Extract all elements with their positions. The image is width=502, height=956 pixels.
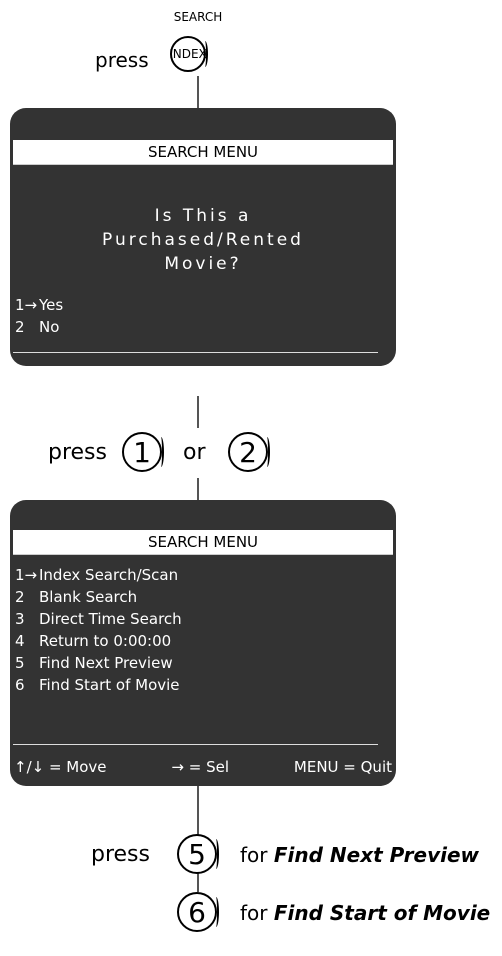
for-find-start-of-movie: for Find Start of Movie (240, 901, 490, 925)
item-label: Find Start of Movie (39, 676, 180, 694)
index-button[interactable]: INDEX (169, 36, 208, 72)
option-number: 2 (15, 318, 25, 336)
item-label: Find Next Preview (39, 654, 173, 672)
press-label-bottom: press (91, 842, 150, 867)
press-label-mid: press (48, 440, 107, 465)
item-label: Return to 0:00:00 (39, 632, 172, 650)
quit-hint: MENU = Quit (293, 370, 392, 388)
menu-item-1[interactable]: 1→ Index Search/Scan (15, 566, 178, 584)
option-label: No (39, 318, 60, 336)
or-label: or (183, 440, 206, 465)
option-yes[interactable]: 1→ Yes (15, 296, 63, 314)
move-hint: ↑/↓ = Move (14, 758, 107, 776)
selection-arrow-icon: → (24, 296, 38, 314)
option-label: Yes (39, 296, 64, 314)
item-label: Index Search/Scan (39, 566, 179, 584)
search-menu-screen-options: SEARCH MENU 1→ Index Search/Scan 2 Blank… (10, 500, 396, 786)
for-word: for (240, 843, 268, 867)
item-number: 5 (15, 654, 25, 672)
quit-hint: MENU = Quit (293, 758, 392, 776)
question-line-1: Is This a (154, 206, 252, 226)
button-2-label: 2 (239, 435, 257, 469)
question-line-3: Movie? (164, 254, 242, 274)
for-target: Find Next Preview (273, 843, 480, 867)
button-6[interactable]: 6 (177, 892, 219, 932)
for-find-next-preview: for Find Next Preview (240, 843, 479, 867)
menu-item-5[interactable]: 5 Find Next Preview (15, 654, 173, 672)
select-hint: → = Sel (171, 758, 230, 776)
option-number: 1 (15, 296, 25, 314)
selection-arrow-icon: → (24, 566, 38, 584)
menu-item-3[interactable]: 3 Direct Time Search (15, 610, 182, 628)
item-number: 1 (15, 566, 25, 584)
connector-line (197, 76, 199, 110)
screen-footer: ↑/↓ = Move → = Sel MENU = Quit (14, 758, 392, 776)
item-number: 3 (15, 610, 25, 628)
menu-item-4[interactable]: 4 Return to 0:00:00 (15, 632, 171, 650)
footer-divider (13, 352, 378, 353)
button-5-label: 5 (188, 837, 206, 871)
select-hint: → = Sel (171, 370, 230, 388)
screen-title: SEARCH MENU (13, 140, 393, 165)
button-1-label: 1 (133, 435, 151, 469)
item-number: 4 (15, 632, 25, 650)
screen-title: SEARCH MENU (13, 530, 393, 555)
item-label: Direct Time Search (39, 610, 182, 628)
for-word: for (240, 901, 268, 925)
search-button-caption: SEARCH (173, 10, 223, 24)
footer-divider (13, 744, 378, 745)
button-5[interactable]: 5 (177, 834, 219, 874)
button-2[interactable]: 2 (228, 432, 270, 472)
connector-line (197, 396, 199, 428)
menu-item-6[interactable]: 6 Find Start of Movie (15, 676, 180, 694)
for-target: Find Start of Movie (273, 901, 491, 925)
search-menu-screen-purchased: SEARCH MENU Is This a Purchased/Rented M… (10, 108, 396, 388)
move-hint: ↑/↓ = Move (14, 370, 107, 388)
index-button-label: INDEX (169, 47, 207, 61)
question-line-2: Purchased/Rented (102, 230, 304, 250)
button-6-label: 6 (188, 895, 206, 929)
menu-item-2[interactable]: 2 Blank Search (15, 588, 137, 606)
item-number: 6 (15, 676, 25, 694)
connector-line (197, 478, 199, 502)
press-label-top: press (95, 48, 149, 72)
item-label: Blank Search (39, 588, 138, 606)
button-1[interactable]: 1 (122, 432, 164, 472)
option-no[interactable]: 2 No (15, 318, 59, 336)
item-number: 2 (15, 588, 25, 606)
screen-footer: ↑/↓ = Move → = Sel MENU = Quit (14, 370, 392, 388)
